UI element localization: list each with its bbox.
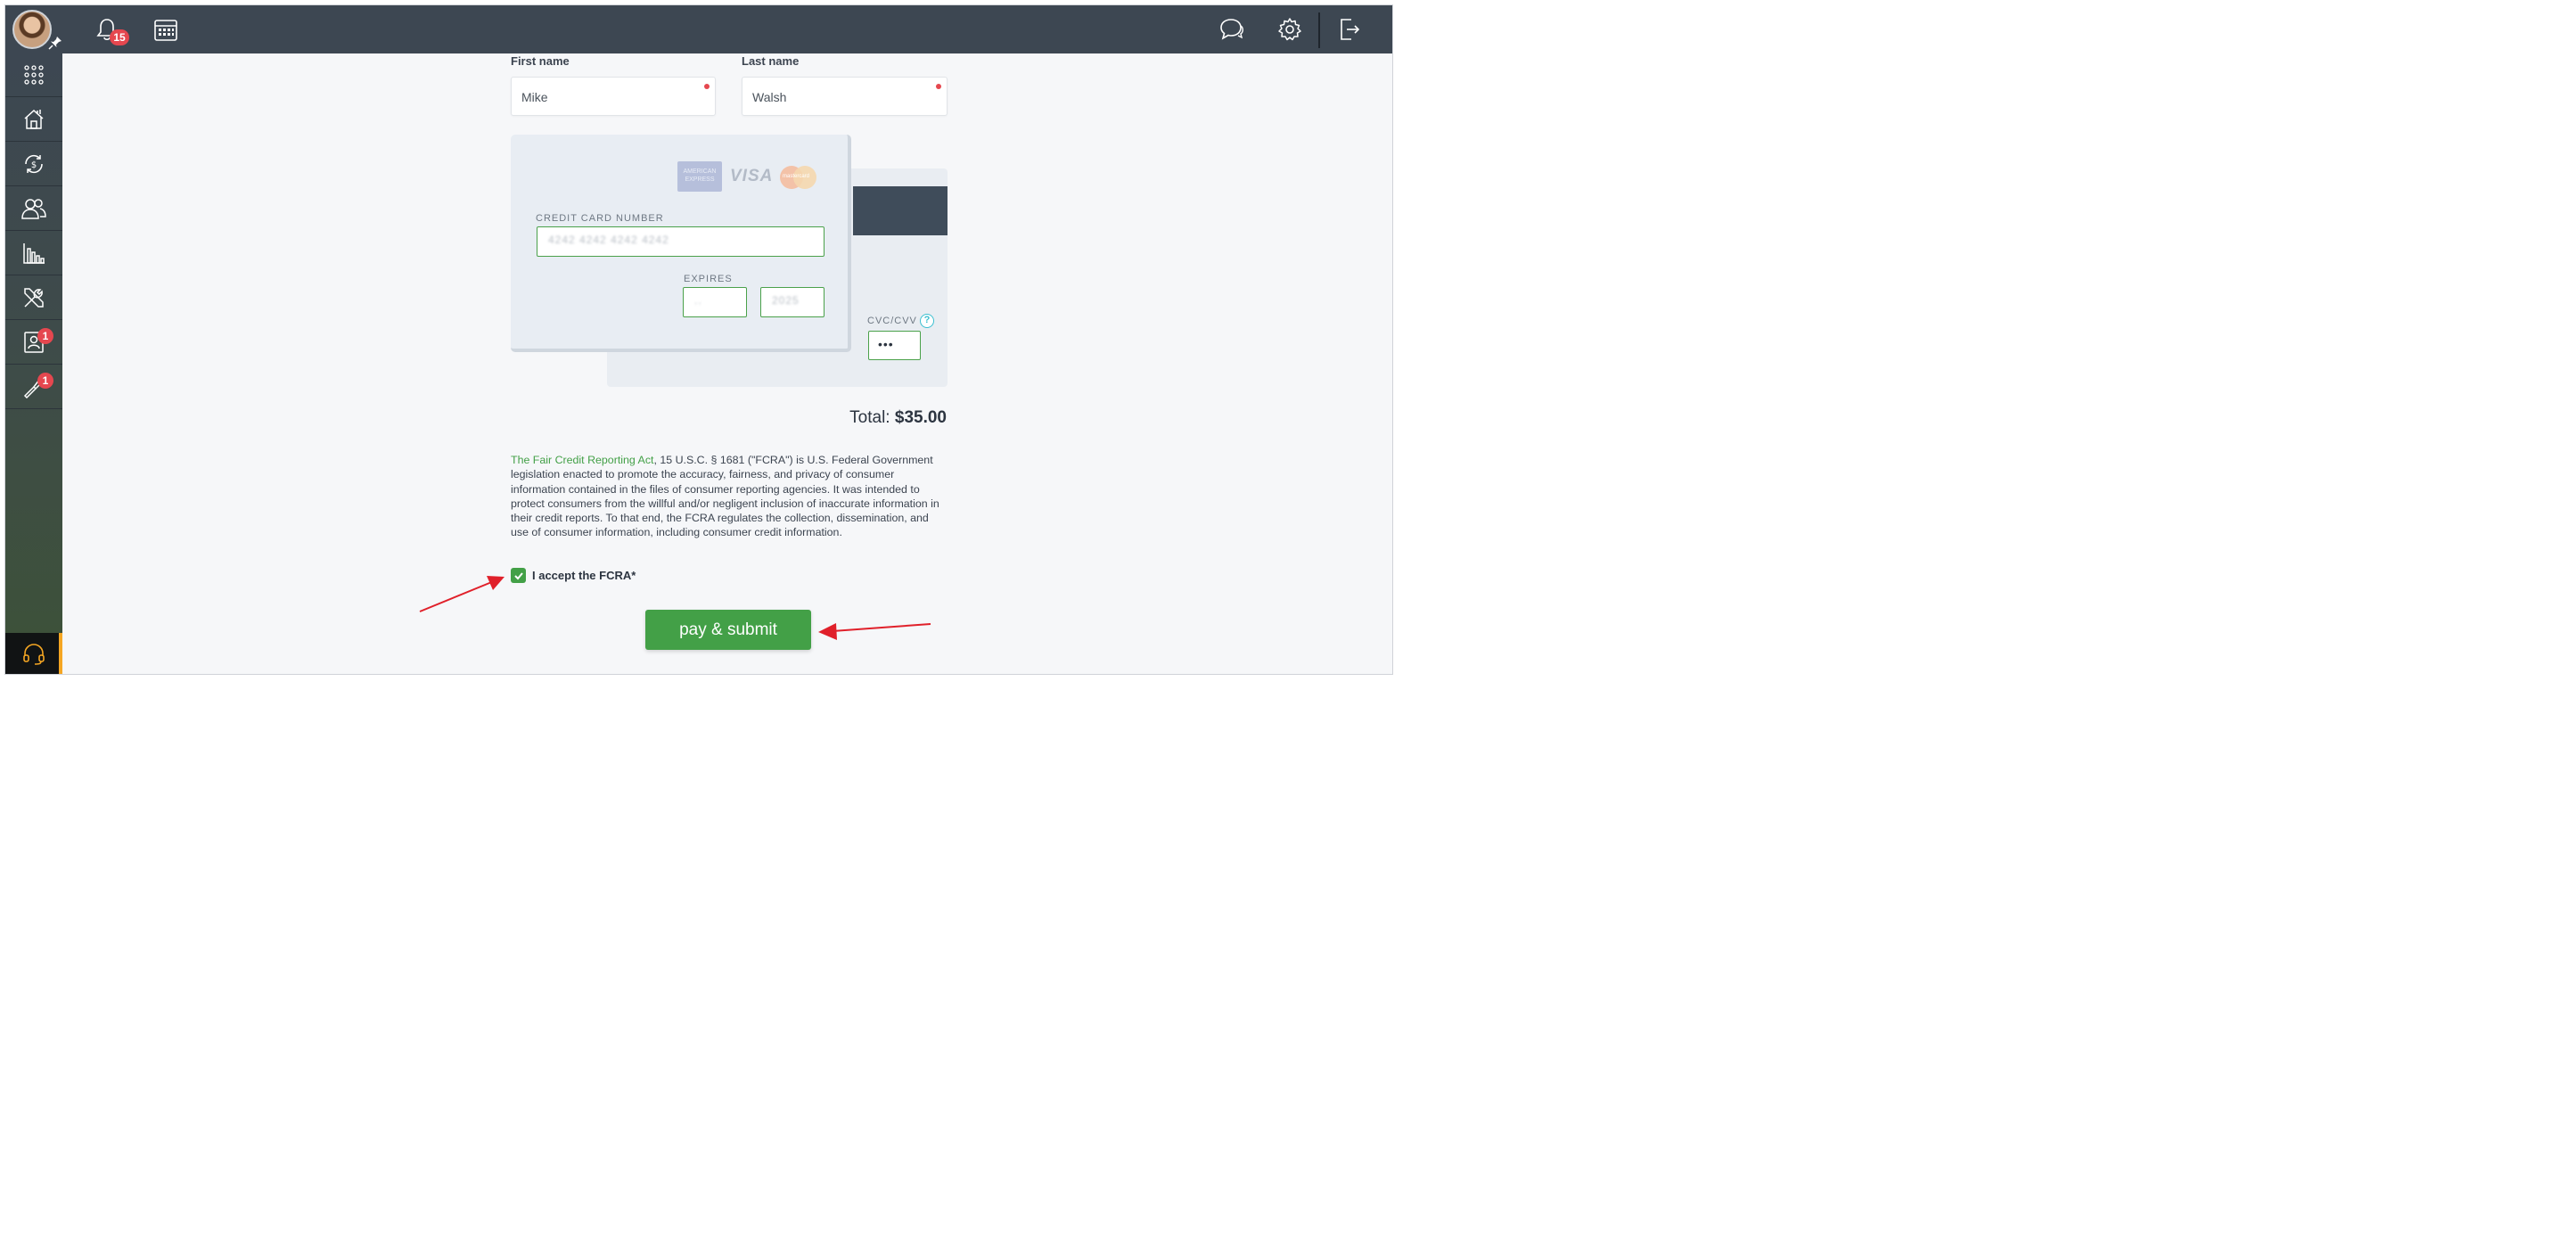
exp-month-value: .. xyxy=(694,294,702,307)
first-name-field[interactable]: Mike xyxy=(511,77,716,116)
exp-month-input[interactable]: .. xyxy=(683,287,747,317)
fcra-description: The Fair Credit Reporting Act, 15 U.S.C.… xyxy=(511,453,949,540)
maintenance-badge: 1 xyxy=(37,373,53,389)
tools-icon xyxy=(24,288,44,308)
fcra-accept-label[interactable]: I accept the FCRA* xyxy=(532,569,636,582)
calendar-button[interactable] xyxy=(152,15,180,44)
cvc-value: ••• xyxy=(878,337,894,351)
sidebar-item-billing[interactable]: $ xyxy=(5,143,62,186)
pin-icon[interactable] xyxy=(48,36,62,50)
chat-icon xyxy=(1220,19,1243,40)
avatar[interactable] xyxy=(12,10,52,49)
fcra-body: , 15 U.S.C. § 1681 ("FCRA") is U.S. Fede… xyxy=(511,454,939,539)
topbar-divider xyxy=(1318,12,1320,48)
card-number-label: CREDIT CARD NUMBER xyxy=(536,213,664,224)
support-accent xyxy=(59,633,62,674)
logout-icon xyxy=(1341,19,1360,40)
checkmark-icon xyxy=(513,571,523,579)
required-indicator xyxy=(936,84,941,89)
last-name-field[interactable]: Walsh xyxy=(742,77,948,116)
total-amount: $35.00 xyxy=(894,408,947,427)
cvc-input[interactable]: ••• xyxy=(868,331,921,360)
app-window: 15 $ 1 1 First name Mike Last name Walsh… xyxy=(4,4,1393,675)
sidebar-item-maintenance[interactable] xyxy=(5,365,62,409)
fcra-accept-checkbox[interactable] xyxy=(511,568,526,583)
fcra-link[interactable]: The Fair Credit Reporting Act xyxy=(511,454,653,466)
svg-text:$: $ xyxy=(31,160,37,170)
sidebar-item-tools[interactable] xyxy=(5,276,62,320)
total-label: Total: xyxy=(849,408,890,427)
bar-chart-icon xyxy=(23,243,45,264)
sidebar-item-users[interactable] xyxy=(5,187,62,231)
card-number-input[interactable]: 4242 4242 4242 4242 xyxy=(537,226,824,257)
cvc-help-icon[interactable]: ? xyxy=(920,314,934,328)
amex-logo: AMERICAN EXPRESS xyxy=(677,161,722,192)
last-name-value: Walsh xyxy=(752,90,787,104)
calendar-icon xyxy=(154,20,177,41)
notifications-badge: 15 xyxy=(110,29,129,45)
total-line: Total: $35.00 xyxy=(838,408,947,428)
headset-icon xyxy=(23,644,45,665)
home-icon xyxy=(24,109,44,129)
last-name-label: Last name xyxy=(742,54,800,68)
first-name-label: First name xyxy=(511,54,570,68)
first-name-value: Mike xyxy=(521,90,548,104)
sidebar-item-contacts[interactable] xyxy=(5,321,62,365)
exp-year-value: 2025 xyxy=(772,294,800,307)
sidebar-item-apps[interactable] xyxy=(5,53,62,97)
cvc-label: CVC/CVV xyxy=(867,316,917,326)
mastercard-logo: mastercard xyxy=(780,165,817,190)
sidebar-item-home[interactable] xyxy=(5,98,62,142)
contacts-badge: 1 xyxy=(37,328,53,344)
sidebar-item-reports[interactable] xyxy=(5,232,62,275)
pay-submit-button[interactable]: pay & submit xyxy=(645,610,811,650)
users-icon xyxy=(21,199,46,219)
magnetic-stripe xyxy=(853,186,948,235)
required-indicator xyxy=(704,84,710,89)
visa-logo: VISA xyxy=(730,167,774,185)
dollar-sync-icon: $ xyxy=(25,154,43,174)
card-number-value: 4242 4242 4242 4242 xyxy=(548,234,669,246)
sidebar: $ 1 1 xyxy=(5,53,62,674)
top-bar: 15 xyxy=(5,5,1392,53)
chat-button[interactable] xyxy=(1218,15,1246,44)
gear-icon xyxy=(1278,18,1301,41)
card-front: AMERICAN EXPRESS VISA mastercard CREDIT … xyxy=(511,135,851,352)
apps-grid-icon xyxy=(24,65,44,85)
logout-button[interactable] xyxy=(1335,15,1364,44)
expires-label: EXPIRES xyxy=(684,274,733,284)
support-button[interactable] xyxy=(5,633,62,674)
exp-year-input[interactable]: 2025 xyxy=(760,287,824,317)
settings-button[interactable] xyxy=(1276,15,1304,44)
